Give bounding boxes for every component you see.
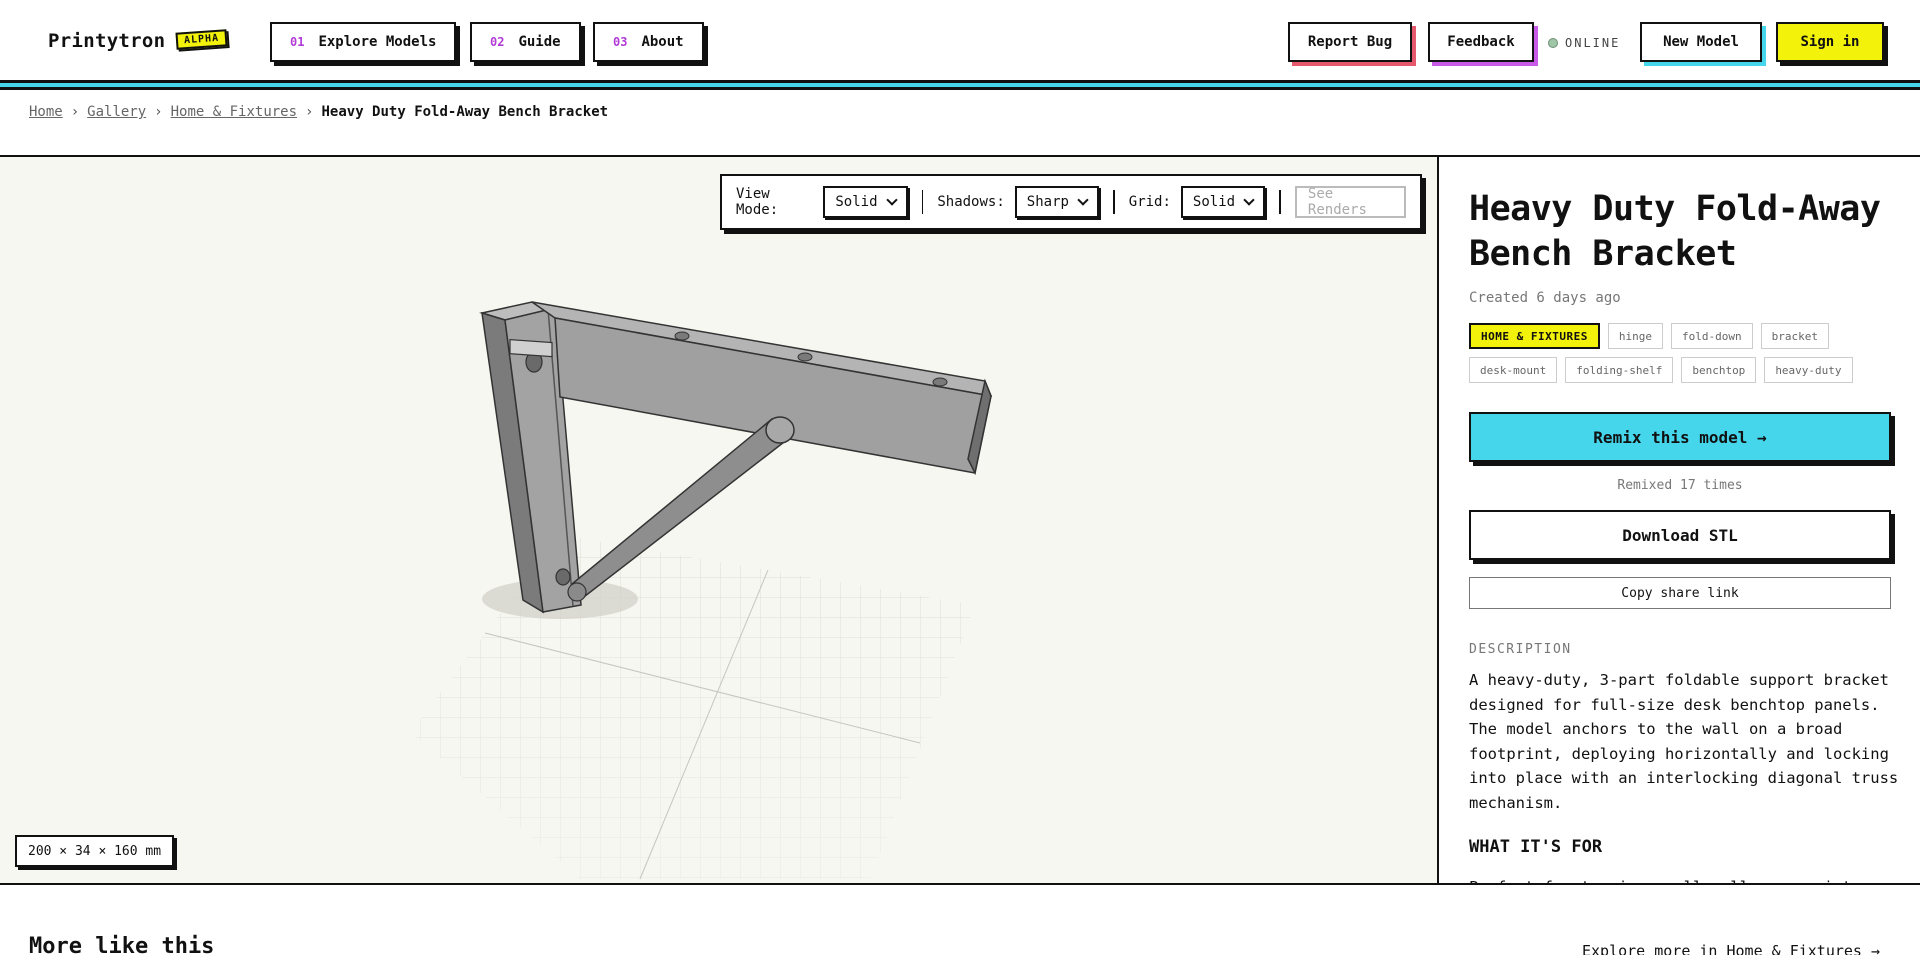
tag[interactable]: bracket <box>1760 323 1829 349</box>
model-title: Heavy Duty Fold-Away Bench Bracket <box>1469 189 1881 274</box>
model-viewer[interactable]: View Mode: Solid Shadows: Sharp Grid: So… <box>0 157 1437 883</box>
dimensions-readout: 200 × 34 × 160 mm <box>15 835 175 867</box>
shadows-select[interactable]: Sharp <box>1014 186 1099 218</box>
tag-category[interactable]: HOME & FIXTURES <box>1469 323 1600 349</box>
more-like-this-heading: More like this <box>29 934 215 955</box>
nav-number: 03 <box>613 35 628 49</box>
tag[interactable]: desk-mount <box>1469 357 1558 383</box>
breadcrumb-home[interactable]: Home <box>29 104 63 120</box>
shadows-value: Sharp <box>1026 194 1069 210</box>
explore-more-link[interactable]: Explore more in Home & Fixtures → <box>1582 942 1880 955</box>
new-model-button[interactable]: New Model <box>1640 22 1762 62</box>
breadcrumb-gallery[interactable]: Gallery <box>87 104 146 120</box>
toolbar-divider <box>921 190 924 214</box>
copy-share-link-button[interactable]: Copy share link <box>1469 577 1891 609</box>
nav-label: About <box>641 34 684 50</box>
description-text: A heavy-duty, 3-part foldable support br… <box>1469 671 1899 812</box>
shadows-label: Shadows: <box>937 194 1005 210</box>
whatfor-text: Perfect for turning small wall spaces in… <box>1469 875 1899 883</box>
tag[interactable]: heavy-duty <box>1764 357 1853 383</box>
nav-number: 01 <box>290 35 305 49</box>
sign-in-button[interactable]: Sign in <box>1776 22 1884 62</box>
content-bottom-rule <box>0 883 1920 885</box>
breadcrumb-separator: › <box>154 104 163 120</box>
nav-guide[interactable]: 02 Guide <box>470 22 581 62</box>
breadcrumb-separator: › <box>305 104 314 120</box>
nav-number: 02 <box>490 35 505 49</box>
grid-select[interactable]: Solid <box>1180 186 1266 218</box>
site-logo[interactable]: Printytron <box>48 30 165 52</box>
top-header: Printytron ALPHA 01 Explore Models 02 Gu… <box>0 0 1920 80</box>
tag[interactable]: hinge <box>1607 323 1663 349</box>
view-mode-select[interactable]: Solid <box>823 186 908 218</box>
report-bug-button[interactable]: Report Bug <box>1288 22 1412 62</box>
viewer-toolbar: View Mode: Solid Shadows: Sharp Grid: So… <box>720 174 1422 230</box>
tag-list: HOME & FIXTURES hinge fold-down bracket … <box>1469 323 1899 383</box>
nav-label: Guide <box>518 34 561 50</box>
created-date: Created 6 days ago <box>1469 290 1621 306</box>
breadcrumb-current: Heavy Duty Fold-Away Bench Bracket <box>321 104 609 120</box>
remix-count: Remixed 17 times <box>1617 478 1743 493</box>
toolbar-divider <box>1112 190 1115 214</box>
grid-label: Grid: <box>1128 194 1171 210</box>
remix-button[interactable]: Remix this model → <box>1469 412 1891 462</box>
model-details-panel[interactable]: Heavy Duty Fold-Away Bench Bracket Creat… <box>1439 157 1920 883</box>
status-dot-icon <box>1548 38 1558 48</box>
status-text: ONLINE <box>1565 36 1621 50</box>
chevron-down-icon <box>1243 194 1255 206</box>
breadcrumb-separator: › <box>70 104 80 120</box>
download-stl-button[interactable]: Download STL <box>1469 510 1891 560</box>
feedback-button[interactable]: Feedback <box>1428 22 1534 62</box>
whatfor-heading: WHAT IT'S FOR <box>1469 837 1603 857</box>
tag[interactable]: folding-shelf <box>1565 357 1674 383</box>
chevron-down-icon <box>1077 194 1089 206</box>
tag[interactable]: benchtop <box>1681 357 1757 383</box>
online-status: ONLINE <box>1548 36 1620 50</box>
toolbar-divider <box>1279 190 1281 214</box>
chevron-down-icon <box>885 194 898 206</box>
see-renders-button[interactable]: See Renders <box>1294 186 1406 218</box>
breadcrumb: Home › Gallery › Home & Fixtures › Heavy… <box>29 104 608 120</box>
ground-grid <box>410 535 975 880</box>
view-mode-value: Solid <box>835 194 878 210</box>
breadcrumb-category[interactable]: Home & Fixtures <box>171 104 297 120</box>
description-label: DESCRIPTION <box>1469 642 1572 657</box>
nav-explore-models[interactable]: 01 Explore Models <box>270 22 457 62</box>
model-render[interactable] <box>0 157 1437 883</box>
nav-about[interactable]: 03 About <box>593 22 704 62</box>
nav-label: Explore Models <box>318 34 437 50</box>
grid-value: Solid <box>1192 194 1236 210</box>
tag[interactable]: fold-down <box>1670 323 1753 349</box>
header-rule-bottom <box>0 87 1920 90</box>
alpha-badge: ALPHA <box>175 29 228 50</box>
view-mode-label: View Mode: <box>736 186 779 218</box>
